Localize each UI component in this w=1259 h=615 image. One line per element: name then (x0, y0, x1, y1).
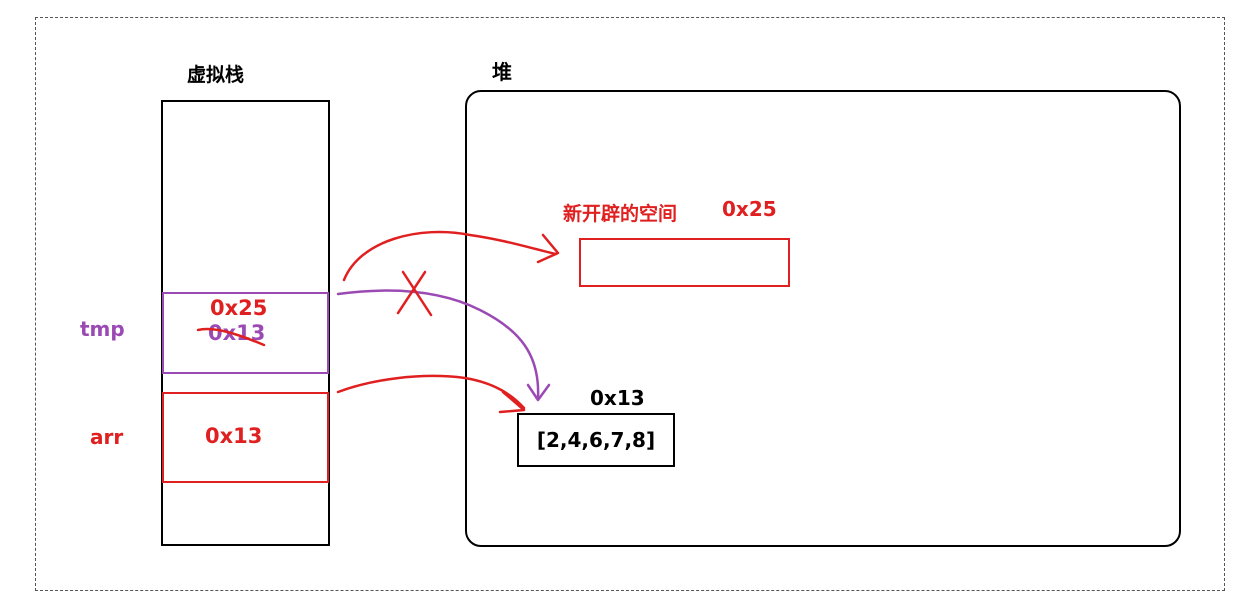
memory-diagram: 虚拟栈 tmp arr 0x13 0x25 0x13 堆 新开辟的空间 0x25… (0, 0, 1259, 615)
arr-value: 0x13 (205, 424, 263, 448)
tmp-new-value: 0x25 (210, 296, 268, 320)
tmp-variable-label: tmp (80, 317, 125, 341)
array-content: [2,4,6,7,8] (536, 428, 656, 452)
new-space-label: 新开辟的空间 (563, 203, 678, 225)
tmp-old-value: 0x13 (208, 321, 266, 345)
stack-title: 虚拟栈 (187, 64, 245, 86)
heap-box (465, 90, 1181, 547)
array-address: 0x13 (590, 386, 645, 410)
heap-title: 堆 (492, 60, 512, 84)
new-space-address: 0x25 (722, 197, 777, 221)
array-box: [2,4,6,7,8] (517, 413, 675, 467)
arr-variable-label: arr (90, 425, 124, 449)
new-space-box (579, 238, 790, 287)
